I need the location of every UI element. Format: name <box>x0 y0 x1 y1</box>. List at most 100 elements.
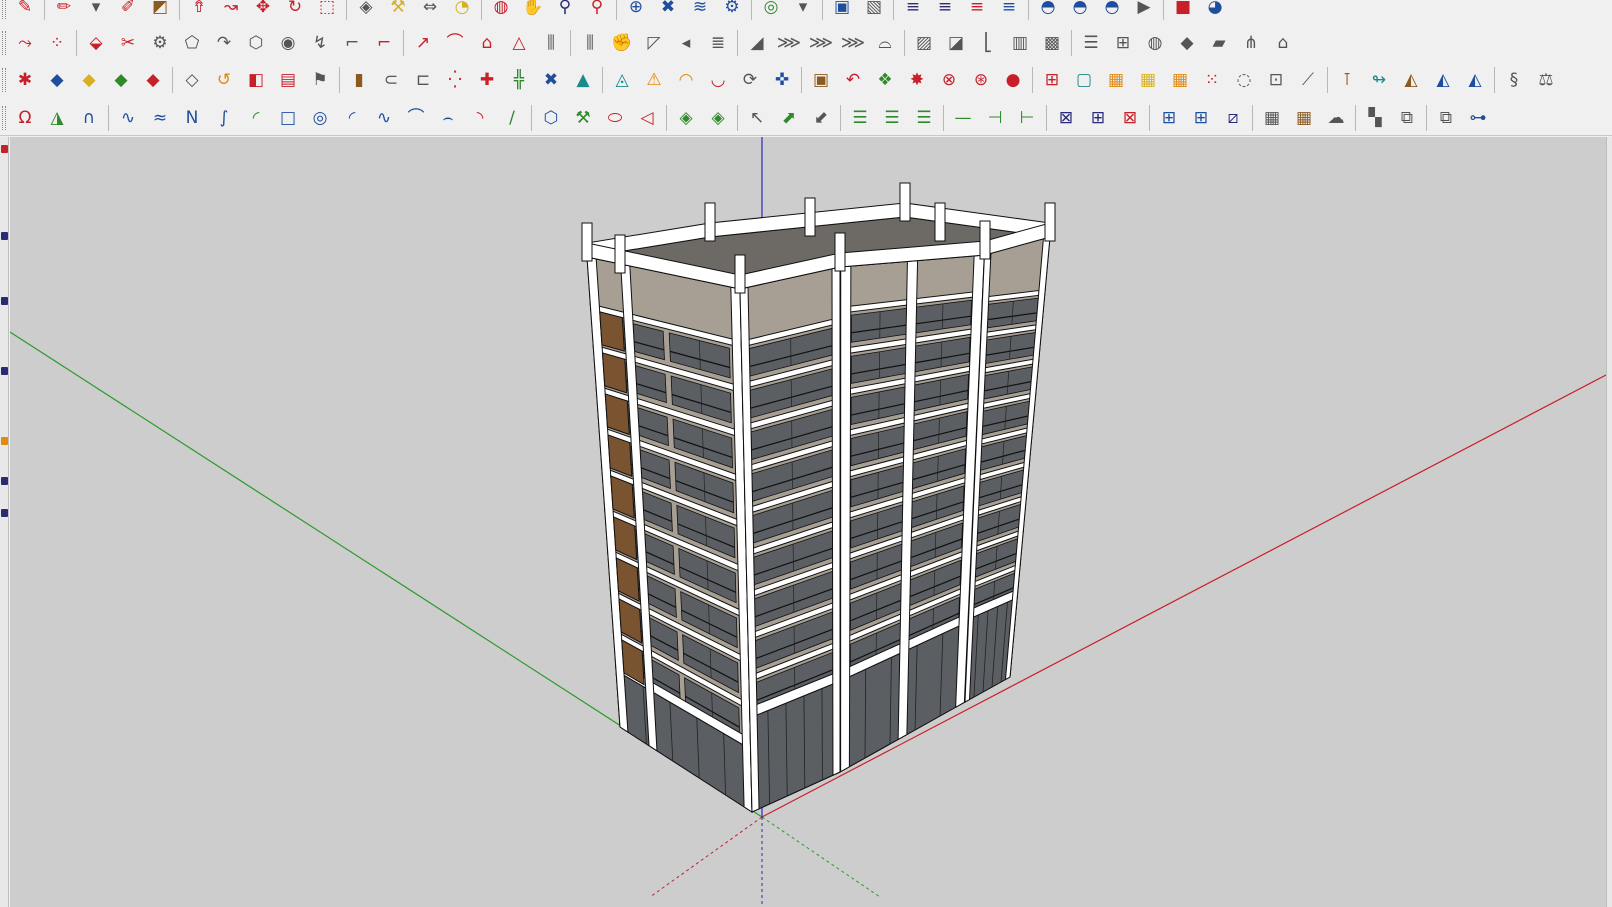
cross-box-red-icon[interactable]: ⊠ <box>1115 103 1145 133</box>
left-strip-marker[interactable] <box>1 367 8 375</box>
window-2-icon[interactable]: ⊞ <box>1186 103 1216 133</box>
arc-green-icon[interactable]: ◜ <box>241 103 271 133</box>
fence-icon[interactable]: ⊺ <box>1332 65 1362 95</box>
tile-grid-2-icon[interactable]: ▦ <box>1289 103 1319 133</box>
panel-icon[interactable]: ◪ <box>941 28 971 58</box>
copy-icon[interactable]: ⧉ <box>1392 103 1422 133</box>
curl-icon[interactable]: § <box>1499 65 1529 95</box>
sandbox-icon[interactable]: ◓ <box>1033 0 1063 22</box>
wireframe-icon[interactable]: ◇ <box>177 65 207 95</box>
surface-icon[interactable]: ⬠ <box>177 28 207 58</box>
cone-fill-icon[interactable]: ▲ <box>568 65 598 95</box>
connect-icon[interactable]: ⊶ <box>1463 103 1493 133</box>
layer-stack-2-icon[interactable]: ≡ <box>930 0 960 22</box>
checker-icon[interactable]: ▚ <box>1360 103 1390 133</box>
rotate-arc-icon[interactable]: ↺ <box>209 65 239 95</box>
loop-icon[interactable]: ◌ <box>1229 65 1259 95</box>
move-icon[interactable]: ✥ <box>248 0 278 22</box>
left-strip-marker[interactable] <box>1 509 8 517</box>
hatch-icon[interactable]: ▨ <box>909 28 939 58</box>
circle-icon[interactable]: ◎ <box>305 103 335 133</box>
model-scene[interactable] <box>10 137 1606 907</box>
sandbox-3-icon[interactable]: ◓ <box>1097 0 1127 22</box>
plus-grid-icon[interactable]: ╬ <box>504 65 534 95</box>
follow-me-icon[interactable]: ↝ <box>216 0 246 22</box>
toolbar-grip-handle[interactable] <box>2 106 6 130</box>
polygon-icon[interactable]: ⬡ <box>536 103 566 133</box>
magnet-icon[interactable]: Ω <box>10 103 40 133</box>
align-right-icon[interactable]: ☰ <box>909 103 939 133</box>
scale-icon[interactable]: ⬚ <box>312 0 342 22</box>
cross-box-icon[interactable]: ⊠ <box>1051 103 1081 133</box>
curve-icon[interactable]: ↷ <box>209 28 239 58</box>
s-curve-icon[interactable]: ∫ <box>209 103 239 133</box>
left-tool-strip[interactable] <box>0 137 9 907</box>
sphere-icon[interactable]: ◉ <box>273 28 303 58</box>
arc-icon[interactable]: ◜ <box>337 103 367 133</box>
grid-yellow-icon[interactable]: ▦ <box>1133 65 1163 95</box>
gear-icon[interactable]: ⚙ <box>145 28 175 58</box>
left-strip-marker[interactable] <box>1 477 8 485</box>
split-icon[interactable]: ◂ <box>671 28 701 58</box>
left-strip-marker[interactable] <box>1 297 8 305</box>
line-2pt-icon[interactable]: ∕ <box>497 103 527 133</box>
polyline-icon[interactable]: ⤳ <box>10 28 40 58</box>
divide-remove-icon[interactable]: ⊢ <box>1012 103 1042 133</box>
trim-icon[interactable]: ✂ <box>113 28 143 58</box>
toolbar-grip-handle[interactable] <box>2 31 6 55</box>
tile-grid-icon[interactable]: ▦ <box>1257 103 1287 133</box>
ribbon-icon[interactable]: ▰ <box>1204 28 1234 58</box>
grid-orange-2-icon[interactable]: ▦ <box>1165 65 1195 95</box>
line-dropdown-icon[interactable]: ▾ <box>81 0 111 22</box>
grid-box-icon[interactable]: ⊞ <box>1083 103 1113 133</box>
extend-icon[interactable]: ↗ <box>408 28 438 58</box>
merge-icon[interactable]: ⊗ <box>934 65 964 95</box>
roof-3-icon[interactable]: ◭ <box>1460 65 1490 95</box>
wrench-icon[interactable]: ⚒ <box>568 103 598 133</box>
settings-icon[interactable]: ⚙ <box>717 0 747 22</box>
cloud-icon[interactable]: ☁ <box>1321 103 1351 133</box>
rotate-icon[interactable]: ↻ <box>280 0 310 22</box>
components-icon[interactable]: ◎ <box>756 0 786 22</box>
arc-3pt-icon[interactable]: ◝ <box>465 103 495 133</box>
layer-stack-3-icon[interactable]: ≡ <box>962 0 992 22</box>
tape-measure-icon[interactable]: ⚒ <box>383 0 413 22</box>
tile-3-icon[interactable]: ◆ <box>106 65 136 95</box>
knife-icon[interactable]: ⟋ <box>1293 65 1323 95</box>
tile-icon[interactable]: ◆ <box>42 65 72 95</box>
fillet-icon[interactable]: ⌐ <box>337 28 367 58</box>
fill-icon[interactable]: ⬙ <box>81 28 111 58</box>
zigzag-icon[interactable]: N <box>177 103 207 133</box>
bend-icon[interactable]: ⎣ <box>973 28 1003 58</box>
paste-icon[interactable]: ⧉ <box>1431 103 1461 133</box>
diag-box-icon[interactable]: ⧄ <box>1218 103 1248 133</box>
crate-icon[interactable]: ▮ <box>344 65 374 95</box>
orbit-icon[interactable]: ◍ <box>486 0 516 22</box>
path-icon[interactable]: ↬ <box>1364 65 1394 95</box>
walk-icon[interactable]: ✖ <box>653 0 683 22</box>
building-model[interactable] <box>581 182 1056 813</box>
star-icon[interactable]: ✱ <box>10 65 40 95</box>
spline-icon[interactable]: ⁛ <box>440 65 470 95</box>
shell-icon[interactable]: ⌂ <box>472 28 502 58</box>
group-icon[interactable]: ⊞ <box>1037 65 1067 95</box>
arc-tool-icon[interactable]: ↯ <box>305 28 335 58</box>
sphere-grid-icon[interactable]: ◍ <box>1140 28 1170 58</box>
divide-add-icon[interactable]: ⊣ <box>980 103 1010 133</box>
dimension-icon[interactable]: ⇔ <box>415 0 445 22</box>
shadow-icon[interactable]: ◕ <box>1200 0 1230 22</box>
stairs-icon[interactable]: ≣ <box>703 28 733 58</box>
arc-red-icon[interactable]: ◡ <box>703 65 733 95</box>
push-pull-icon[interactable]: ⇮ <box>184 0 214 22</box>
tile-2-icon[interactable]: ◆ <box>74 65 104 95</box>
triangle-icon[interactable]: ◮ <box>42 103 72 133</box>
split-face-icon[interactable]: ▤ <box>273 65 303 95</box>
mesh-icon[interactable]: ▩ <box>1037 28 1067 58</box>
sweep-icon[interactable]: ⋙ <box>774 28 804 58</box>
undo-arc-icon[interactable]: ↶ <box>838 65 868 95</box>
cross-icon[interactable]: ✚ <box>472 65 502 95</box>
zoom-icon[interactable]: ⚲ <box>550 0 580 22</box>
terrain-icon[interactable]: ◈ <box>671 103 701 133</box>
hook-icon[interactable]: ⊏ <box>408 65 438 95</box>
look-around-icon[interactable]: ≋ <box>685 0 715 22</box>
